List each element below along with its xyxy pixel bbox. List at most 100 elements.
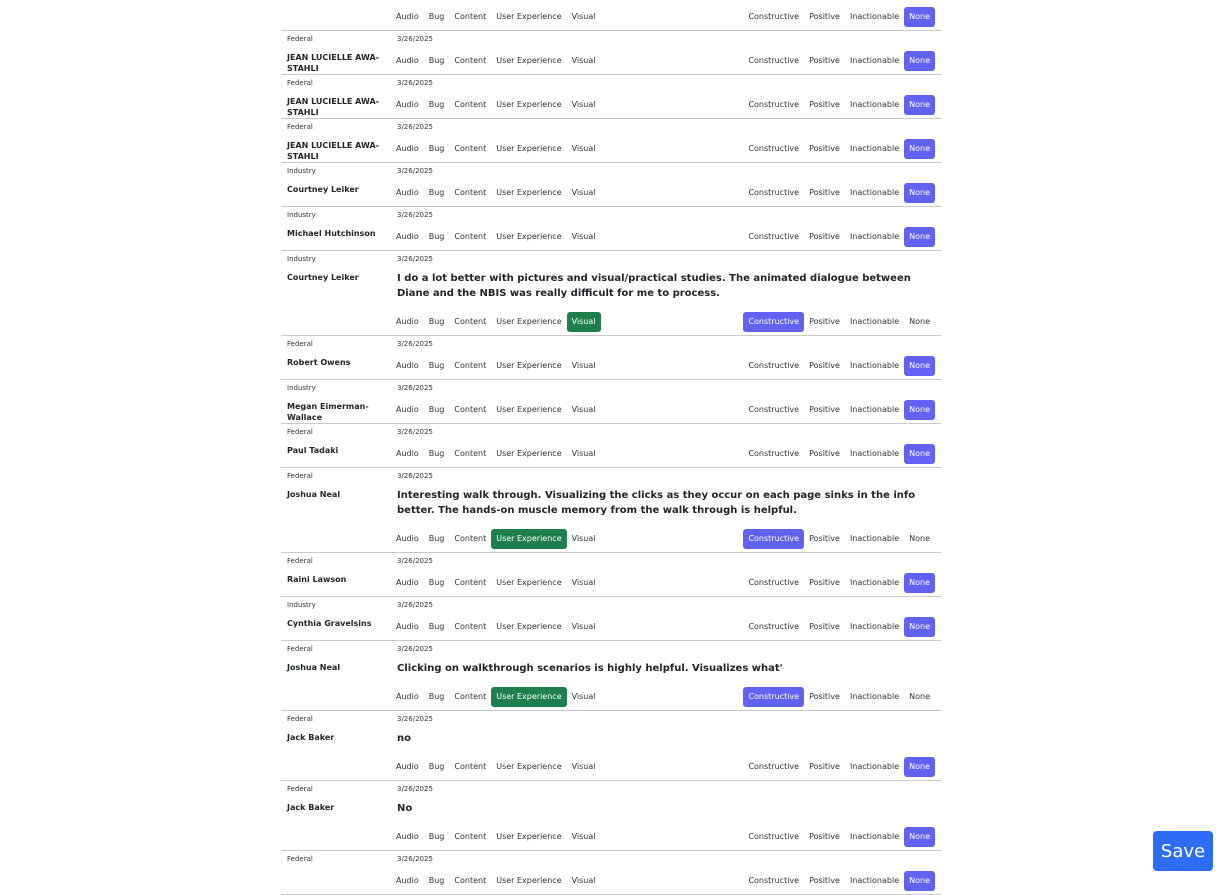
category-content-toggle[interactable]: Content: [449, 227, 491, 247]
category-visual-toggle[interactable]: Visual: [567, 827, 601, 847]
category-content-toggle[interactable]: Content: [449, 871, 491, 891]
sentiment-inactionable-toggle[interactable]: Inactionable: [845, 827, 904, 847]
category-bug-toggle[interactable]: Bug: [424, 183, 450, 203]
sentiment-constructive-toggle[interactable]: Constructive: [743, 529, 805, 549]
category-audio-toggle[interactable]: Audio: [391, 687, 424, 707]
category-audio-toggle[interactable]: Audio: [391, 529, 424, 549]
category-visual-toggle[interactable]: Visual: [567, 95, 601, 115]
sentiment-inactionable-toggle[interactable]: Inactionable: [845, 227, 904, 247]
category-bug-toggle[interactable]: Bug: [424, 227, 450, 247]
sentiment-inactionable-toggle[interactable]: Inactionable: [845, 183, 904, 203]
sentiment-none-toggle[interactable]: None: [904, 312, 935, 332]
sentiment-inactionable-toggle[interactable]: Inactionable: [845, 617, 904, 637]
category-user-experience-toggle[interactable]: User Experience: [491, 444, 566, 464]
category-bug-toggle[interactable]: Bug: [424, 139, 450, 159]
category-bug-toggle[interactable]: Bug: [424, 444, 450, 464]
category-audio-toggle[interactable]: Audio: [391, 573, 424, 593]
category-audio-toggle[interactable]: Audio: [391, 312, 424, 332]
sentiment-positive-toggle[interactable]: Positive: [804, 95, 845, 115]
sentiment-inactionable-toggle[interactable]: Inactionable: [845, 312, 904, 332]
category-content-toggle[interactable]: Content: [449, 687, 491, 707]
sentiment-none-toggle[interactable]: None: [904, 400, 935, 420]
sentiment-constructive-toggle[interactable]: Constructive: [743, 871, 804, 891]
category-visual-toggle[interactable]: Visual: [567, 529, 601, 549]
sentiment-positive-toggle[interactable]: Positive: [804, 871, 845, 891]
sentiment-positive-toggle[interactable]: Positive: [804, 400, 845, 420]
category-visual-toggle[interactable]: Visual: [567, 444, 601, 464]
category-user-experience-toggle[interactable]: User Experience: [491, 827, 566, 847]
sentiment-inactionable-toggle[interactable]: Inactionable: [845, 356, 904, 376]
sentiment-none-toggle[interactable]: None: [904, 529, 935, 549]
sentiment-positive-toggle[interactable]: Positive: [804, 687, 845, 707]
category-bug-toggle[interactable]: Bug: [424, 312, 450, 332]
category-visual-toggle[interactable]: Visual: [567, 7, 601, 27]
category-content-toggle[interactable]: Content: [449, 7, 491, 27]
sentiment-none-toggle[interactable]: None: [904, 183, 935, 203]
category-visual-toggle[interactable]: Visual: [566, 312, 601, 332]
sentiment-positive-toggle[interactable]: Positive: [804, 356, 845, 376]
category-user-experience-toggle[interactable]: User Experience: [491, 871, 566, 891]
category-audio-toggle[interactable]: Audio: [391, 356, 424, 376]
sentiment-positive-toggle[interactable]: Positive: [804, 312, 845, 332]
sentiment-constructive-toggle[interactable]: Constructive: [743, 139, 804, 159]
sentiment-constructive-toggle[interactable]: Constructive: [743, 617, 804, 637]
category-user-experience-toggle[interactable]: User Experience: [491, 687, 567, 707]
category-bug-toggle[interactable]: Bug: [424, 871, 450, 891]
sentiment-inactionable-toggle[interactable]: Inactionable: [845, 871, 904, 891]
sentiment-inactionable-toggle[interactable]: Inactionable: [845, 400, 904, 420]
category-audio-toggle[interactable]: Audio: [391, 227, 424, 247]
sentiment-constructive-toggle[interactable]: Constructive: [743, 356, 804, 376]
sentiment-inactionable-toggle[interactable]: Inactionable: [845, 51, 904, 71]
category-content-toggle[interactable]: Content: [449, 757, 491, 777]
sentiment-none-toggle[interactable]: None: [904, 356, 935, 376]
category-bug-toggle[interactable]: Bug: [424, 573, 450, 593]
category-audio-toggle[interactable]: Audio: [391, 51, 424, 71]
sentiment-none-toggle[interactable]: None: [904, 95, 935, 115]
category-bug-toggle[interactable]: Bug: [424, 617, 450, 637]
category-content-toggle[interactable]: Content: [449, 183, 491, 203]
sentiment-none-toggle[interactable]: None: [904, 757, 935, 777]
category-audio-toggle[interactable]: Audio: [391, 183, 424, 203]
category-visual-toggle[interactable]: Visual: [567, 139, 601, 159]
category-audio-toggle[interactable]: Audio: [391, 617, 424, 637]
sentiment-positive-toggle[interactable]: Positive: [804, 51, 845, 71]
category-visual-toggle[interactable]: Visual: [567, 871, 601, 891]
category-visual-toggle[interactable]: Visual: [567, 757, 601, 777]
category-bug-toggle[interactable]: Bug: [424, 51, 450, 71]
category-bug-toggle[interactable]: Bug: [424, 7, 450, 27]
category-user-experience-toggle[interactable]: User Experience: [491, 139, 566, 159]
category-audio-toggle[interactable]: Audio: [391, 757, 424, 777]
sentiment-positive-toggle[interactable]: Positive: [804, 444, 845, 464]
sentiment-none-toggle[interactable]: None: [904, 139, 935, 159]
category-content-toggle[interactable]: Content: [449, 529, 491, 549]
sentiment-constructive-toggle[interactable]: Constructive: [743, 227, 804, 247]
category-content-toggle[interactable]: Content: [449, 400, 491, 420]
category-bug-toggle[interactable]: Bug: [424, 687, 450, 707]
category-user-experience-toggle[interactable]: User Experience: [491, 183, 566, 203]
sentiment-constructive-toggle[interactable]: Constructive: [743, 95, 804, 115]
category-content-toggle[interactable]: Content: [449, 139, 491, 159]
category-visual-toggle[interactable]: Visual: [567, 227, 601, 247]
sentiment-inactionable-toggle[interactable]: Inactionable: [845, 573, 904, 593]
sentiment-inactionable-toggle[interactable]: Inactionable: [845, 757, 904, 777]
sentiment-inactionable-toggle[interactable]: Inactionable: [845, 687, 904, 707]
save-button[interactable]: Save: [1153, 831, 1213, 871]
sentiment-inactionable-toggle[interactable]: Inactionable: [845, 529, 904, 549]
category-user-experience-toggle[interactable]: User Experience: [491, 95, 566, 115]
sentiment-constructive-toggle[interactable]: Constructive: [743, 400, 804, 420]
category-user-experience-toggle[interactable]: User Experience: [491, 573, 566, 593]
sentiment-constructive-toggle[interactable]: Constructive: [743, 7, 804, 27]
category-content-toggle[interactable]: Content: [449, 95, 491, 115]
sentiment-none-toggle[interactable]: None: [904, 687, 935, 707]
category-visual-toggle[interactable]: Visual: [567, 687, 601, 707]
sentiment-none-toggle[interactable]: None: [904, 871, 935, 891]
sentiment-constructive-toggle[interactable]: Constructive: [743, 573, 804, 593]
sentiment-constructive-toggle[interactable]: Constructive: [743, 444, 804, 464]
category-bug-toggle[interactable]: Bug: [424, 356, 450, 376]
category-user-experience-toggle[interactable]: User Experience: [491, 529, 567, 549]
category-visual-toggle[interactable]: Visual: [567, 400, 601, 420]
category-content-toggle[interactable]: Content: [449, 827, 491, 847]
sentiment-constructive-toggle[interactable]: Constructive: [743, 687, 805, 707]
category-audio-toggle[interactable]: Audio: [391, 95, 424, 115]
category-bug-toggle[interactable]: Bug: [424, 529, 450, 549]
